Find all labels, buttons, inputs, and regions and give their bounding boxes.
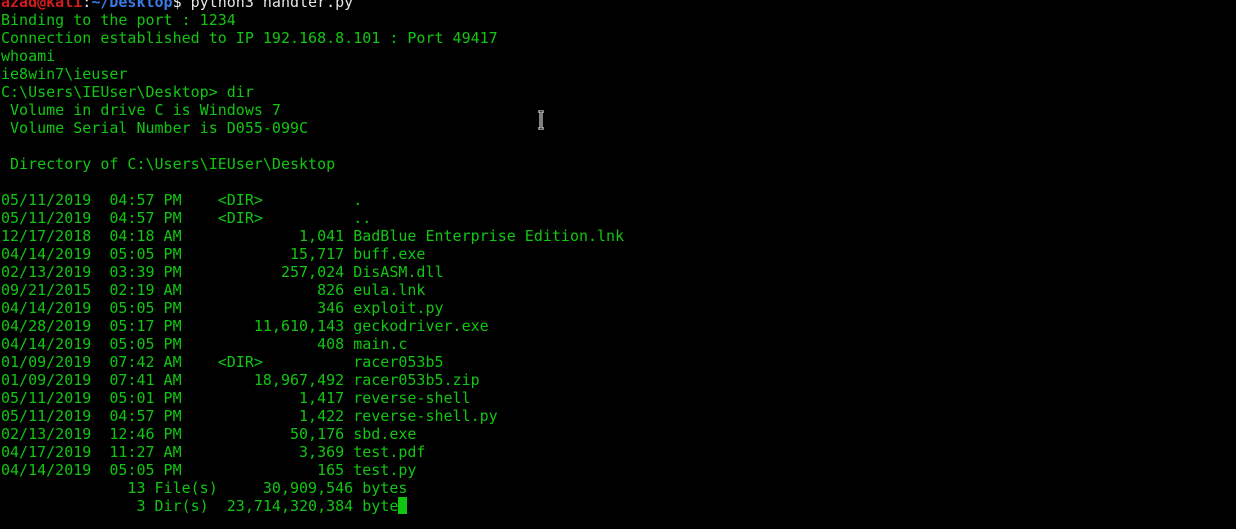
output-line: 05/11/2019 04:57 PM <DIR> .. [1,209,372,227]
block-cursor [398,497,408,514]
output-line: 04/14/2019 05:05 PM 408 main.c [1,335,408,353]
output-line: 09/21/2015 02:19 AM 826 eula.lnk [1,281,426,299]
last-line-text: 3 Dir(s) 23,714,320,384 byte [1,497,399,515]
terminal-last-line: 3 Dir(s) 23,714,320,384 byte [1,497,1231,515]
output-line: 05/11/2019 04:57 PM <DIR> . [1,191,363,209]
output-line: 04/14/2019 05:05 PM 346 exploit.py [1,299,444,317]
prompt-command: python3 handler.py [190,0,354,11]
output-line: Volume in drive C is Windows 7 [1,101,281,119]
output-line: 02/13/2019 03:39 PM 257,024 DisASM.dll [1,263,444,281]
output-line: Directory of C:\Users\IEUser\Desktop [1,155,336,173]
prompt-symbol: $ [172,0,191,11]
text-cursor-icon [538,110,544,130]
output-line: 05/11/2019 04:57 PM 1,422 reverse-shell.… [1,407,498,425]
output-line: Binding to the port : 1234 [1,11,236,29]
output-line: 01/09/2019 07:42 AM <DIR> racer053b5 [1,353,444,371]
prompt-path: ~/Desktop [91,0,173,11]
output-line: Volume Serial Number is D055-099C [1,119,309,137]
terminal-window[interactable]: azad@kali:~/Desktop$ python3 handler.py … [1,0,1231,515]
output-line: whoami [1,47,56,65]
output-line: ie8win7\ieuser [1,65,128,83]
output-line: 13 File(s) 30,909,546 bytes [1,479,408,497]
prompt-line: azad@kali:~/Desktop$ python3 handler.py [1,0,1231,11]
prompt-separator: : [82,0,92,11]
prompt-user-host: azad@kali [1,0,83,11]
output-line: 01/09/2019 07:41 AM 18,967,492 racer053b… [1,371,480,389]
output-line: Connection established to IP 192.168.8.1… [1,29,498,47]
output-line: 02/13/2019 12:46 PM 50,176 sbd.exe [1,425,417,443]
output-line: 04/17/2019 11:27 AM 3,369 test.pdf [1,443,426,461]
output-line: C:\Users\IEUser\Desktop> dir [1,83,254,101]
output-line: 04/28/2019 05:17 PM 11,610,143 geckodriv… [1,317,489,335]
terminal-output: Binding to the port : 1234 Connection est… [1,11,1231,497]
output-line: 04/14/2019 05:05 PM 165 test.py [1,461,417,479]
output-line: 12/17/2018 04:18 AM 1,041 BadBlue Enterp… [1,227,625,245]
output-line: 04/14/2019 05:05 PM 15,717 buff.exe [1,245,426,263]
output-line: 05/11/2019 05:01 PM 1,417 reverse-shell [1,389,471,407]
